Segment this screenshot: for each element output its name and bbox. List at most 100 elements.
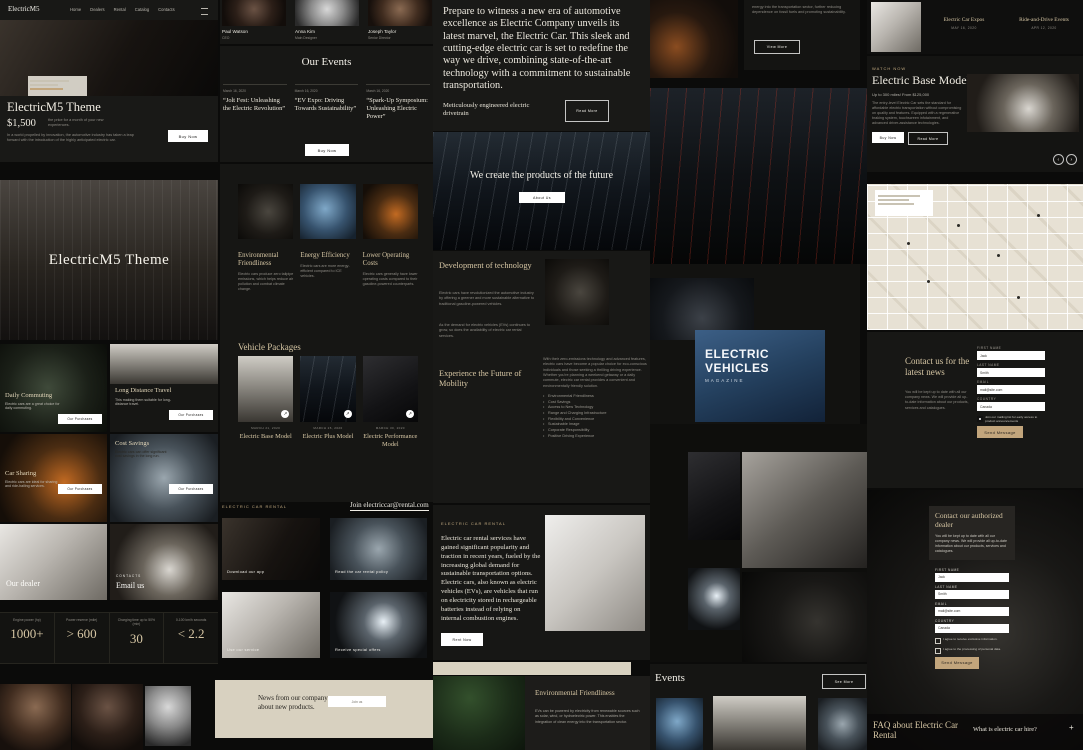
map-pin[interactable] — [997, 254, 1000, 257]
nav-item-catalog[interactable]: Catalog — [135, 7, 149, 12]
first-name-input[interactable]: Jack — [977, 351, 1045, 360]
main-nav: Home Dealers Rental Catalog Contacts — [70, 7, 175, 12]
hero-copy-section: Prepare to witness a new era of automoti… — [433, 0, 650, 131]
join-us-input[interactable]: Join us — [328, 696, 386, 707]
nav-item-dealers[interactable]: Dealers — [90, 7, 104, 12]
events-section: Our Events March 16, 2020 “Jolt Fest: Un… — [220, 46, 433, 162]
personal-data-checkbox-row[interactable]: I agree to the processing of personal da… — [935, 647, 1009, 654]
magazine-video-card[interactable]: ELECTRIC VEHICLES MAGAZINE — [695, 330, 825, 422]
env-panel: Environmental Friendliness EVs can be po… — [433, 676, 650, 750]
top-event-item[interactable]: Ride-and-Drive Events APR 12, 2020 — [1005, 0, 1083, 54]
map-info-card — [875, 190, 933, 216]
events-buy-now-button[interactable]: Buy Now — [305, 144, 349, 156]
exclusive-info-checkbox-row[interactable]: I agree to receive exclusive information… — [935, 637, 1009, 644]
event-title: “Spark-Up Symposium: Unleashing Electric… — [366, 97, 430, 121]
our-purchases-button[interactable]: Our Purchases — [58, 414, 102, 424]
event-item[interactable]: March 16, 2020 “EV Expo: Driving Towards… — [295, 84, 359, 121]
rental-tile[interactable]: Read the car rental policy — [330, 518, 427, 580]
rent-now-button[interactable]: Rent Now — [441, 633, 483, 646]
send-message-button[interactable]: Send Message — [977, 426, 1023, 438]
email-label: EMAIL — [977, 380, 1045, 384]
view-more-button[interactable]: View More — [754, 40, 800, 54]
email-us-card[interactable]: CONTACTS Email us — [110, 524, 218, 600]
package-date: MARCH 21, 2020 — [238, 426, 293, 430]
rental-tile[interactable]: Download our app — [222, 518, 320, 580]
send-message-button[interactable]: Send Message — [935, 657, 979, 669]
checkbox-icon[interactable] — [935, 638, 941, 644]
country-select[interactable]: Canada — [977, 402, 1045, 411]
arrow-icon[interactable] — [281, 410, 289, 418]
event-item[interactable]: March 16, 2020 “Spark-Up Symposium: Unle… — [366, 84, 430, 121]
watch-now-label: WATCH NOW — [872, 66, 906, 71]
use-case-tile: Cost Savings Electric cars can offer sig… — [110, 434, 218, 522]
map-pin[interactable] — [1037, 214, 1040, 217]
benefits-section: Environmental Friendliness Electric cars… — [220, 164, 433, 502]
top-event-item[interactable]: Electric Car Expos MAY 16, 2020 — [925, 0, 1003, 54]
see-more-button[interactable]: See More — [822, 674, 866, 689]
read-more-button[interactable]: Read More — [565, 100, 609, 122]
arrow-icon[interactable] — [344, 410, 352, 418]
theme-hero-photo: ElectricM5 Theme — [0, 180, 218, 340]
faq-question[interactable]: What is electric car hire? — [973, 726, 1037, 733]
last-name-input[interactable]: Smith — [977, 368, 1045, 377]
map-pin[interactable] — [957, 224, 960, 227]
dealer-contact-card: Contact our authorized dealer You will b… — [929, 506, 1015, 560]
nav-item-contacts[interactable]: Contacts — [158, 7, 175, 12]
nav-item-rental[interactable]: Rental — [114, 7, 126, 12]
event-date: March 16, 2020 — [295, 89, 359, 93]
rental-copy-section: Electric Car Rental Electric car rental … — [433, 505, 650, 660]
future-banner: We create the products of the future Abo… — [433, 132, 650, 250]
carousel-next-icon[interactable]: › — [1066, 154, 1077, 165]
events-bottom-title: Events — [655, 672, 685, 684]
our-purchases-button[interactable]: Our Purchases — [169, 484, 213, 494]
event-item[interactable]: March 16, 2020 “Jolt Fest: Unleashing th… — [223, 84, 287, 121]
carousel-prev-icon[interactable]: ‹ — [1053, 154, 1064, 165]
email-input[interactable]: mail@site.com — [935, 607, 1009, 616]
base-model-section: WATCH NOW Electric Base Model Up to 300 … — [867, 56, 1083, 172]
promo-block: energy into the transportation sector, f… — [744, 0, 860, 70]
checkbox-icon[interactable] — [935, 648, 941, 654]
base-model-buy-button[interactable]: Buy Now — [872, 132, 904, 143]
our-purchases-button[interactable]: Our Purchases — [169, 410, 213, 420]
last-name-input[interactable]: Smith — [935, 590, 1009, 599]
package-item[interactable]: MARCH 26, 2020 Electric Plus Model — [300, 426, 355, 448]
join-email-link[interactable]: Join electriccar@rental.com — [350, 501, 429, 511]
offer-price-note: the price for a month of your new experi… — [48, 118, 118, 128]
events-title: Our Events — [220, 56, 433, 68]
package-item[interactable]: MARCH 30, 2020 Electric Performance Mode… — [363, 426, 418, 448]
our-purchases-button[interactable]: Our Purchases — [58, 484, 102, 494]
mailing-list-checkbox-row[interactable]: Join our mailing list for early access t… — [977, 415, 1045, 423]
rental-tile[interactable]: Receive special offers — [330, 592, 427, 658]
team-member-role: Senior Director — [368, 36, 391, 40]
about-us-button[interactable]: About Us — [519, 192, 565, 203]
use-case-title: Car Sharing — [5, 470, 36, 477]
benefit-photo — [300, 184, 355, 239]
first-name-input[interactable]: Jack — [935, 573, 1009, 582]
menu-icon[interactable] — [201, 8, 208, 15]
map[interactable] — [867, 184, 1083, 330]
event-date: March 16, 2020 — [366, 89, 430, 93]
stat-charging-time: Charging time up to 50% (min) 30 — [109, 613, 164, 663]
country-select[interactable]: Canada — [935, 624, 1009, 633]
base-model-read-button[interactable]: Read More — [908, 132, 948, 145]
magazine-title-line1: ELECTRIC — [705, 348, 769, 361]
our-dealer-label: Our dealer — [6, 579, 40, 588]
our-dealer-card[interactable]: Our dealer — [0, 524, 107, 600]
rental-tile[interactable]: Use our service — [222, 592, 320, 658]
stat-engine-power: Engine power (hp) 1000+ — [0, 613, 54, 663]
email-input[interactable]: mail@site.com — [977, 385, 1045, 394]
logo[interactable]: ElectricM5 — [8, 5, 40, 13]
buy-now-button[interactable]: Buy Now — [168, 130, 208, 142]
benefit-item: Energy Efficiency Electric cars are more… — [300, 252, 355, 292]
checkbox-icon[interactable] — [977, 416, 983, 422]
site-header: ElectricM5 Home Dealers Rental Catalog C… — [0, 0, 218, 20]
team-photo — [368, 0, 432, 26]
arrow-icon[interactable] — [406, 410, 414, 418]
nav-item-home[interactable]: Home — [70, 7, 81, 12]
map-pin[interactable] — [907, 242, 910, 245]
faq-expand-icon[interactable]: + — [1069, 723, 1074, 732]
benefit-text: Electric cars produce zero tailpipe emis… — [238, 272, 293, 292]
package-item[interactable]: MARCH 21, 2020 Electric Base Model — [238, 426, 293, 448]
map-pin[interactable] — [927, 280, 930, 283]
map-pin[interactable] — [1017, 296, 1020, 299]
